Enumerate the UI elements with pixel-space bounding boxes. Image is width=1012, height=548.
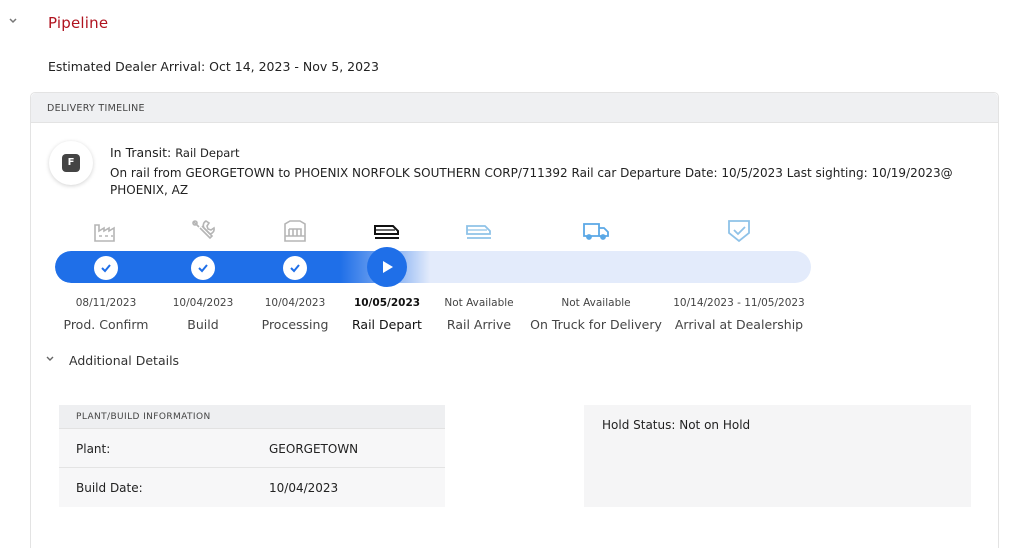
step-complete-check-icon: [191, 256, 215, 280]
section-title: Pipeline: [48, 14, 109, 32]
plant-key: Plant:: [76, 442, 111, 456]
processing-icon: [280, 217, 310, 245]
rail-depart-icon: [372, 217, 402, 245]
plant-build-info: PLANT/BUILD INFORMATION Plant: GEORGETOW…: [59, 405, 445, 507]
additional-details-chevron-icon[interactable]: [45, 355, 55, 363]
status-value: Rail Depart: [175, 146, 240, 160]
vehicle-badge: F: [49, 141, 93, 185]
additional-details-toggle[interactable]: Additional Details: [69, 353, 179, 368]
step-label: Arrival at Dealership: [674, 317, 804, 332]
estimated-dealer-arrival: Estimated Dealer Arrival: Oct 14, 2023 -…: [48, 59, 379, 74]
build-date-row: Build Date: 10/04/2023: [59, 468, 445, 507]
step-date: Not Available: [561, 297, 631, 309]
pipeline-collapse-chevron-icon[interactable]: [8, 16, 18, 26]
rail-arrive-icon: [464, 217, 494, 245]
build-date-key: Build Date:: [76, 481, 143, 495]
build-date-value: 10/04/2023: [269, 481, 339, 495]
truck-icon: [581, 217, 611, 245]
step-label: On Truck for Delivery: [530, 317, 662, 332]
plant-value: GEORGETOWN: [269, 442, 359, 456]
transit-status: In Transit: Rail Depart: [110, 145, 240, 160]
badge-letter: F: [62, 154, 80, 172]
delivery-timeline-card: DELIVERY TIMELINE F In Transit: Rail Dep…: [30, 92, 999, 548]
wrench-icon: [188, 217, 218, 245]
hold-status-panel: Hold Status: Not on Hold: [584, 405, 971, 507]
step-complete-check-icon: [283, 256, 307, 280]
plant-row: Plant: GEORGETOWN: [59, 429, 445, 468]
shield-check-icon: [724, 217, 754, 245]
step-date: 10/14/2023 - 11/05/2023: [673, 297, 805, 309]
progress-track: [55, 251, 811, 283]
status-detail: On rail from GEORGETOWN to PHOENIX NORFO…: [110, 166, 953, 197]
delivery-timeline-header: DELIVERY TIMELINE: [31, 93, 998, 123]
plant-build-header: PLANT/BUILD INFORMATION: [59, 405, 445, 429]
factory-icon: [91, 217, 121, 245]
status-prefix: In Transit:: [110, 145, 172, 160]
hold-status: Hold Status: Not on Hold: [602, 418, 751, 432]
current-step-play-icon: [367, 247, 407, 287]
step-complete-check-icon: [94, 256, 118, 280]
